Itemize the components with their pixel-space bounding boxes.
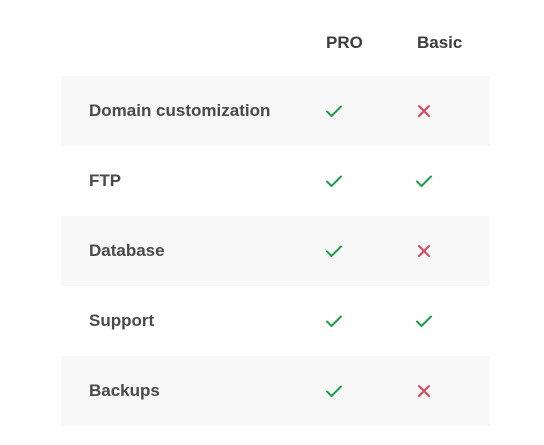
basic-status <box>415 102 433 120</box>
check-icon <box>416 315 432 327</box>
feature-label: Domain customization <box>89 101 271 120</box>
check-icon <box>416 175 432 187</box>
feature-label: Backups <box>89 381 160 400</box>
table-body: Domain customization FTP Database Suppor… <box>61 76 490 426</box>
check-icon <box>326 175 342 187</box>
pro-status <box>325 312 343 330</box>
pro-status <box>325 102 343 120</box>
cross-icon <box>418 385 430 397</box>
check-icon <box>326 245 342 257</box>
feature-label: FTP <box>89 171 122 190</box>
table-row: Domain customization <box>61 76 490 146</box>
feature-label: Database <box>89 241 165 260</box>
table-row: Support <box>61 286 490 356</box>
table-header: PRO Basic <box>61 0 490 76</box>
pro-status <box>325 242 343 260</box>
pro-status <box>325 382 343 400</box>
table-row: Backups <box>61 356 490 426</box>
basic-status <box>415 242 433 260</box>
feature-label: Support <box>89 311 155 330</box>
column-header-pro: PRO <box>326 33 363 52</box>
basic-status <box>415 172 433 190</box>
table-row: Database <box>61 216 490 286</box>
check-icon <box>326 105 342 117</box>
comparison-table: PRO Basic Domain customization FTP Datab… <box>0 0 544 445</box>
basic-status <box>415 382 433 400</box>
check-icon <box>326 315 342 327</box>
column-header-basic: Basic <box>417 33 463 52</box>
pro-status <box>325 172 343 190</box>
check-icon <box>326 385 342 397</box>
basic-status <box>415 312 433 330</box>
cross-icon <box>418 245 430 257</box>
table-row: FTP <box>61 146 490 216</box>
cross-icon <box>418 105 430 117</box>
